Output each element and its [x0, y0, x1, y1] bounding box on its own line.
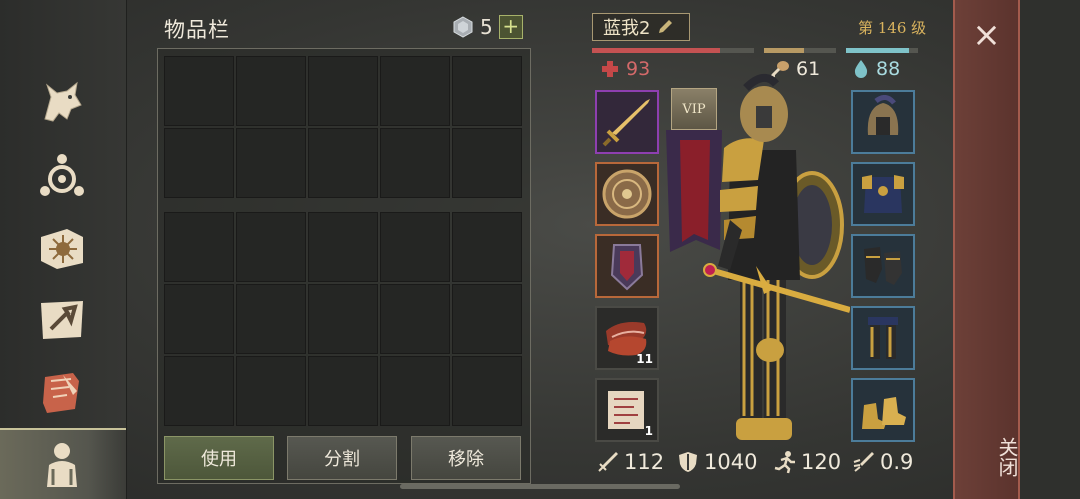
inventory-slot[interactable]: [452, 212, 522, 282]
inventory-slot[interactable]: [452, 284, 522, 354]
speed-value: 120: [801, 450, 842, 474]
inventory-slot[interactable]: [380, 284, 450, 354]
inventory-slot[interactable]: [380, 56, 450, 126]
gem-count-value: 5: [480, 15, 493, 39]
inventory-slot[interactable]: [164, 356, 234, 426]
attack-speed-value: 0.9: [880, 450, 914, 474]
helmet-icon: [867, 95, 899, 135]
inventory-slot[interactable]: [164, 128, 234, 198]
attack-stat: 112: [596, 450, 664, 474]
inventory-title: 物品栏: [164, 18, 230, 42]
inventory-slot[interactable]: [236, 56, 306, 126]
right-edge: [1020, 0, 1080, 499]
equip-slot-offhand[interactable]: [595, 234, 659, 298]
inventory-slot[interactable]: [452, 356, 522, 426]
shield-icon: [679, 452, 697, 472]
inventory-slot[interactable]: [308, 212, 378, 282]
inventory-slot[interactable]: [236, 356, 306, 426]
left-nav: [0, 0, 127, 499]
health-bar: [592, 48, 754, 53]
inventory-slot[interactable]: [236, 212, 306, 282]
remove-button[interactable]: 移除: [411, 436, 521, 480]
scrollbar[interactable]: [400, 484, 680, 489]
meat-stack-count: 11: [636, 352, 653, 366]
inventory-slot[interactable]: [308, 284, 378, 354]
equip-slot-shield[interactable]: [595, 162, 659, 226]
equip-slot-scroll[interactable]: 1: [595, 378, 659, 442]
water-drop-icon: [854, 60, 868, 78]
running-icon: [774, 451, 795, 474]
water-value: 88: [876, 58, 901, 80]
speed-stat: 120: [773, 450, 841, 474]
gloves-icon: [864, 247, 902, 285]
chest-armor-icon: [862, 175, 904, 213]
use-button[interactable]: 使用: [164, 436, 274, 480]
inventory-slot[interactable]: [164, 284, 234, 354]
inventory-slot[interactable]: [164, 56, 234, 126]
close-icon[interactable]: ×: [955, 18, 1018, 52]
split-button[interactable]: 分割: [287, 436, 397, 480]
character-name: 蓝我2: [603, 18, 651, 39]
equip-slot-gloves[interactable]: [851, 234, 915, 298]
health-cross-icon: [602, 61, 618, 77]
inventory-grid-bottom: [164, 212, 522, 426]
swift-sword-icon: [853, 452, 874, 472]
add-gems-button[interactable]: +: [498, 15, 523, 39]
round-shield-icon: [602, 169, 652, 219]
sword-icon: [598, 452, 618, 472]
inventory-slot[interactable]: [308, 356, 378, 426]
water-stat: 88: [852, 58, 900, 80]
equip-slot-chest[interactable]: [851, 162, 915, 226]
equip-slot-boots[interactable]: [851, 378, 915, 442]
attack-speed-stat: 0.9: [852, 450, 913, 474]
leg-armor-icon: [868, 317, 898, 359]
character-model: [666, 74, 850, 440]
attack-value: 112: [624, 450, 665, 474]
defense-stat: 1040: [676, 450, 757, 474]
inventory-slot[interactable]: [380, 356, 450, 426]
map-icon[interactable]: [34, 292, 90, 348]
edit-icon[interactable]: [656, 18, 674, 36]
close-panel[interactable]: × 关闭: [953, 0, 1020, 499]
equip-slot-helmet[interactable]: [851, 90, 915, 154]
inventory-slot[interactable]: [308, 128, 378, 198]
character-level: 第 146 级: [858, 19, 927, 37]
inventory-slot[interactable]: [452, 56, 522, 126]
health-value: 93: [626, 58, 651, 80]
equip-slot-legs[interactable]: [851, 306, 915, 370]
inventory-slot[interactable]: [236, 284, 306, 354]
inventory-slot[interactable]: [308, 56, 378, 126]
golden-sword-icon: [602, 99, 650, 147]
water-bar: [846, 48, 918, 53]
equip-slot-weapon[interactable]: [595, 90, 659, 154]
food-bar: [764, 48, 836, 53]
character-name-box[interactable]: 蓝我2: [592, 13, 690, 41]
inventory-slot[interactable]: [380, 212, 450, 282]
crafting-icon[interactable]: [34, 148, 90, 204]
inventory-slot[interactable]: [452, 128, 522, 198]
gem-counter: 5 +: [452, 15, 523, 39]
health-stat: 93: [600, 58, 650, 80]
wolf-icon[interactable]: [34, 76, 90, 132]
boots-icon: [862, 397, 906, 429]
character-icon[interactable]: [34, 436, 90, 492]
tower-shield-icon: [610, 244, 644, 291]
quest-book-icon[interactable]: [34, 220, 90, 276]
equip-slot-meat[interactable]: 11: [595, 306, 659, 370]
scroll-stack-count: 1: [644, 424, 653, 438]
inventory-slot[interactable]: [164, 212, 234, 282]
defense-value: 1040: [704, 450, 758, 474]
inventory-slot[interactable]: [380, 128, 450, 198]
inventory-grid-top: [164, 56, 522, 198]
scroll-icon[interactable]: [34, 364, 90, 420]
close-label[interactable]: 关闭: [955, 437, 1022, 477]
inventory-slot[interactable]: [236, 128, 306, 198]
gem-icon: [453, 16, 473, 38]
